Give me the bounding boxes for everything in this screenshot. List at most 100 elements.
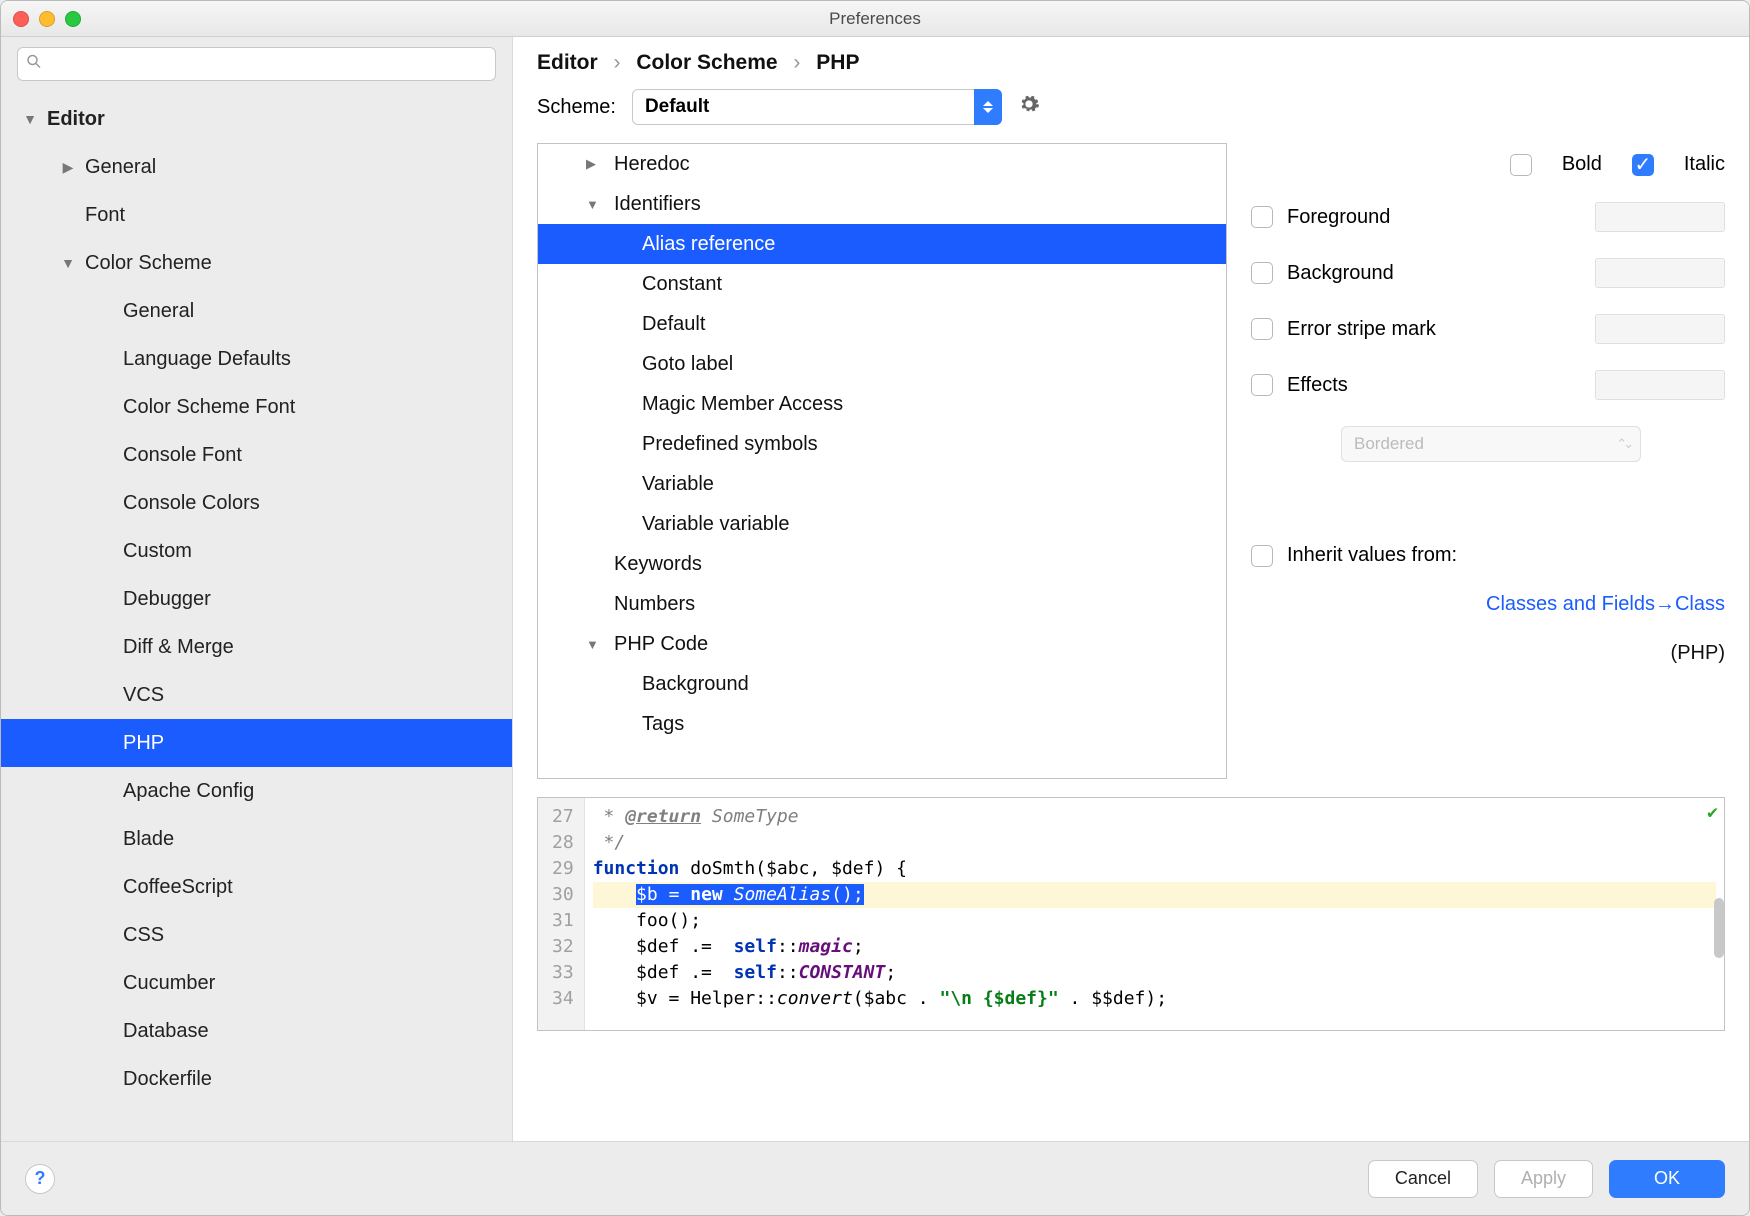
background-label: Background — [1287, 262, 1394, 285]
apply-button[interactable]: Apply — [1494, 1160, 1593, 1198]
sidebar-item[interactable]: PHP — [1, 719, 512, 767]
scrollbar-thumb[interactable] — [1714, 898, 1724, 958]
sidebar-item-label: Blade — [123, 828, 174, 851]
element-item-label: Tags — [642, 713, 684, 736]
cancel-button[interactable]: Cancel — [1368, 1160, 1478, 1198]
foreground-checkbox[interactable] — [1251, 206, 1273, 228]
sidebar-item[interactable]: Dockerfile — [1, 1055, 512, 1103]
element-item[interactable]: Constant — [538, 264, 1226, 304]
search-input[interactable] — [17, 47, 496, 81]
errorstripe-checkbox[interactable] — [1251, 318, 1273, 340]
element-item[interactable]: Tags — [538, 704, 1226, 744]
line-number: 29 — [552, 856, 574, 882]
element-item[interactable]: Default — [538, 304, 1226, 344]
breadcrumb: Editor › Color Scheme › PHP — [513, 37, 1749, 83]
element-item-label: Constant — [642, 273, 722, 296]
chevron-right-icon: › — [614, 51, 621, 74]
dropdown-icon[interactable] — [974, 89, 1002, 125]
effects-type-value: Bordered — [1354, 434, 1424, 454]
preferences-window: Preferences ▼Editor▶GeneralFont▼Color Sc… — [0, 0, 1750, 1216]
search-icon — [26, 54, 42, 75]
sidebar-item[interactable]: Console Font — [1, 431, 512, 479]
breadcrumb-b: Color Scheme — [636, 51, 777, 74]
sidebar-item-label: Custom — [123, 540, 192, 563]
sidebar-item[interactable]: CoffeeScript — [1, 863, 512, 911]
chevron-down-icon: ▼ — [586, 197, 606, 212]
chevron-down-icon: ▼ — [586, 637, 606, 652]
element-item[interactable]: Numbers — [538, 584, 1226, 624]
effects-swatch[interactable] — [1595, 370, 1725, 400]
inherit-checkbox[interactable] — [1251, 545, 1273, 567]
sidebar-item[interactable]: Font — [1, 191, 512, 239]
sidebar-item-label: Console Colors — [123, 492, 260, 515]
sidebar-item[interactable]: Custom — [1, 527, 512, 575]
search-wrap — [17, 47, 496, 81]
element-list[interactable]: ▶Heredoc▼Identifiers Alias reference Const… — [537, 143, 1227, 779]
help-button[interactable]: ? — [25, 1164, 55, 1194]
sidebar-item-label: Editor — [47, 108, 105, 131]
sidebar-item-label: Cucumber — [123, 972, 215, 995]
element-item[interactable]: Variable variable — [538, 504, 1226, 544]
foreground-swatch[interactable] — [1595, 202, 1725, 232]
element-item[interactable]: ▼Identifiers — [538, 184, 1226, 224]
sidebar-item[interactable]: CSS — [1, 911, 512, 959]
sidebar-item-label: Color Scheme — [85, 252, 212, 275]
sidebar-item[interactable]: General — [1, 287, 512, 335]
sidebar-item[interactable]: Blade — [1, 815, 512, 863]
ok-button[interactable]: OK — [1609, 1160, 1725, 1198]
code-preview: 2728293031323334 ✔ * @return SomeType */… — [537, 797, 1725, 1031]
element-item[interactable]: ▼ PHP Code — [538, 624, 1226, 664]
element-item-label: Keywords — [614, 553, 702, 576]
sidebar: ▼Editor▶GeneralFont▼Color SchemeGeneralL… — [1, 37, 513, 1141]
sidebar-item[interactable]: Color Scheme Font — [1, 383, 512, 431]
inherit-row: Inherit values from: — [1251, 544, 1725, 567]
scheme-label: Scheme: — [537, 96, 616, 119]
sidebar-item[interactable]: Cucumber — [1, 959, 512, 1007]
gear-icon[interactable] — [1018, 93, 1040, 121]
sidebar-item[interactable]: Debugger — [1, 575, 512, 623]
bold-label: Bold — [1562, 153, 1602, 176]
line-number: 31 — [552, 908, 574, 934]
sidebar-item[interactable]: Diff & Merge — [1, 623, 512, 671]
properties: Bold ✓ Italic Foreground Background — [1251, 143, 1725, 779]
sidebar-item[interactable]: Console Colors — [1, 479, 512, 527]
background-checkbox[interactable] — [1251, 262, 1273, 284]
element-item[interactable]: Predefined symbols — [538, 424, 1226, 464]
italic-label: Italic — [1684, 153, 1725, 176]
element-item-label: Alias reference — [642, 233, 775, 256]
element-item[interactable]: Goto label — [538, 344, 1226, 384]
sidebar-item[interactable]: Language Defaults — [1, 335, 512, 383]
effects-checkbox[interactable] — [1251, 374, 1273, 396]
sidebar-item[interactable]: ▼Color Scheme — [1, 239, 512, 287]
scheme-select[interactable]: Default — [632, 89, 1002, 125]
element-item[interactable]: ▶Heredoc — [538, 144, 1226, 184]
sidebar-item-label: CSS — [123, 924, 164, 947]
element-item-label: PHP Code — [614, 633, 708, 656]
inherit-link[interactable]: Classes and Fields→Class — [1251, 593, 1725, 616]
element-item[interactable]: Alias reference — [538, 224, 1226, 264]
sidebar-tree[interactable]: ▼Editor▶GeneralFont▼Color SchemeGeneralL… — [1, 91, 512, 1141]
sidebar-item[interactable]: ▼Editor — [1, 95, 512, 143]
italic-checkbox[interactable]: ✓ — [1632, 154, 1654, 176]
window-title: Preferences — [1, 9, 1749, 29]
background-swatch[interactable] — [1595, 258, 1725, 288]
code-lines[interactable]: ✔ * @return SomeType */ function doSmth(… — [585, 798, 1724, 1030]
bold-checkbox[interactable] — [1510, 154, 1532, 176]
element-item[interactable]: Magic Member Access — [538, 384, 1226, 424]
element-item[interactable]: Keywords — [538, 544, 1226, 584]
sidebar-item[interactable]: ▶General — [1, 143, 512, 191]
element-item[interactable]: Background — [538, 664, 1226, 704]
sidebar-item-label: Color Scheme Font — [123, 396, 295, 419]
sidebar-item[interactable]: Apache Config — [1, 767, 512, 815]
sidebar-item-label: General — [85, 156, 156, 179]
element-item[interactable]: Variable — [538, 464, 1226, 504]
line-number: 32 — [552, 934, 574, 960]
sidebar-item-label: PHP — [123, 732, 164, 755]
sidebar-item[interactable]: VCS — [1, 671, 512, 719]
sidebar-item[interactable]: Database — [1, 1007, 512, 1055]
errorstripe-swatch[interactable] — [1595, 314, 1725, 344]
effects-type-select[interactable]: Bordered — [1341, 426, 1641, 462]
element-item-label: Default — [642, 313, 705, 336]
breadcrumb-c: PHP — [816, 51, 859, 74]
inherit-sub: (PHP) — [1251, 642, 1725, 665]
